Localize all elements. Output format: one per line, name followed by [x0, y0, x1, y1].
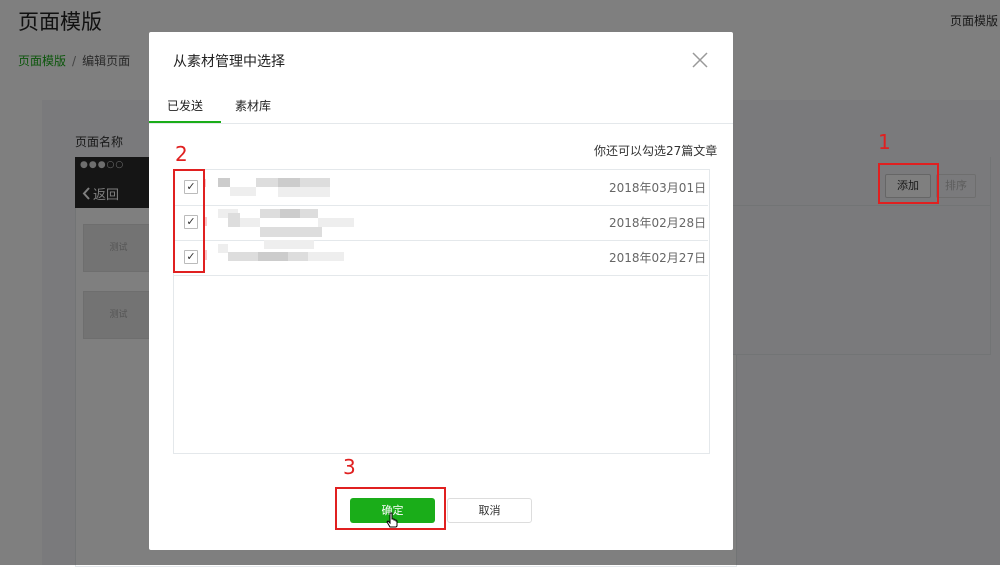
blurred-title — [240, 218, 260, 227]
annotation-box — [173, 169, 205, 273]
blurred-title — [300, 209, 318, 218]
item-date: 2018年02月27日 — [609, 251, 707, 265]
blurred-title — [278, 187, 330, 197]
blurred-title — [280, 209, 300, 218]
tab-library[interactable]: 素材库 — [235, 97, 271, 114]
tab-divider — [149, 123, 733, 124]
blurred-title — [258, 252, 288, 261]
active-tab-indicator — [149, 121, 221, 123]
blurred-title — [228, 213, 240, 227]
blurred-title — [260, 209, 280, 218]
blurred-title — [218, 178, 230, 187]
blurred-title — [308, 252, 344, 261]
blurred-title — [228, 252, 258, 261]
item-date: 2018年02月28日 — [609, 216, 707, 230]
list-item[interactable]: ✓ 2018年02月28日 — [174, 205, 708, 241]
annotation-number: 3 — [343, 455, 356, 479]
annotation-box — [335, 487, 446, 530]
cancel-button[interactable]: 取消 — [447, 498, 532, 523]
remaining-count: 你还可以勾选27篇文章 — [594, 144, 718, 158]
annotation-box — [878, 163, 939, 204]
blurred-title — [288, 252, 308, 261]
blurred-title — [318, 218, 354, 227]
item-date: 2018年03月01日 — [609, 181, 707, 195]
annotation-number: 2 — [175, 142, 188, 166]
list-item[interactable]: ✓ 2018年02月27日 — [174, 240, 708, 276]
blurred-title — [256, 178, 278, 187]
annotation-number: 1 — [878, 130, 891, 154]
blurred-title — [278, 178, 300, 187]
tab-sent[interactable]: 已发送 — [149, 97, 221, 114]
close-icon[interactable] — [688, 48, 712, 72]
dialog-title: 从素材管理中选择 — [173, 54, 285, 70]
blurred-title — [264, 240, 314, 249]
blurred-title — [218, 244, 228, 253]
blurred-title — [260, 227, 322, 237]
blurred-title — [300, 178, 330, 187]
blurred-title — [230, 187, 256, 196]
list-item[interactable]: ✓ 2018年03月01日 — [174, 170, 708, 206]
